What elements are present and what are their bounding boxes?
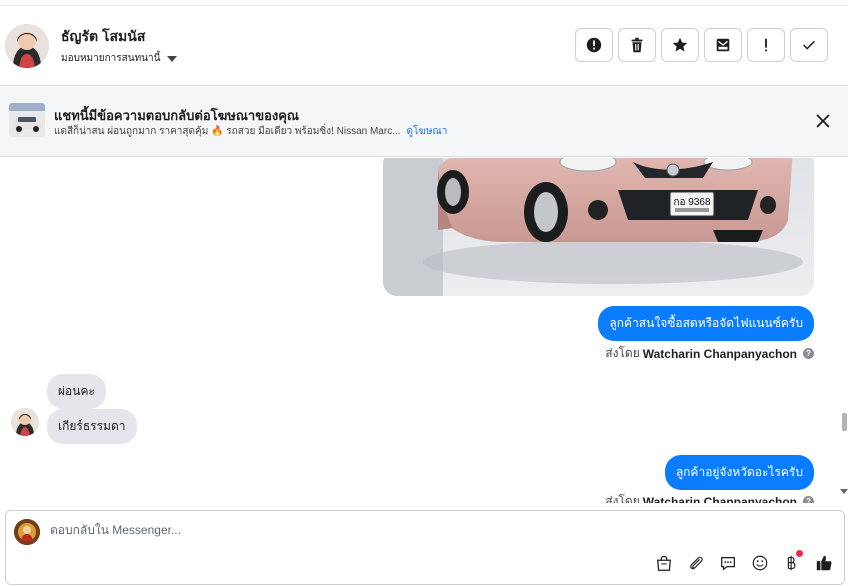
reply-input[interactable] bbox=[50, 523, 750, 537]
composer-tools bbox=[654, 550, 834, 573]
message-text: เกียร์ธรรมดา bbox=[58, 419, 126, 433]
emoji-button[interactable] bbox=[750, 553, 770, 573]
mark-done-button[interactable] bbox=[790, 28, 828, 62]
assign-label: มอบหมายการสนทนานี้ bbox=[61, 53, 161, 64]
close-icon[interactable] bbox=[814, 112, 832, 130]
ad-car-image bbox=[9, 103, 45, 137]
saved-replies-button[interactable] bbox=[718, 553, 738, 573]
alert-circle-icon bbox=[586, 37, 602, 53]
contact-avatar[interactable] bbox=[5, 24, 49, 68]
ad-banner-subtitle: แดสีก็น่าสน ผ่อนถูกมาก ราคาสุดคุ้ม 🔥 รถส… bbox=[54, 124, 447, 139]
ad-banner-title: แชทนี้มีข้อความตอบกลับต่อโฆษณาของคุณ bbox=[54, 108, 299, 123]
archive-tray-icon bbox=[716, 38, 730, 52]
sent-car-photo[interactable]: กอ 9368 bbox=[383, 158, 814, 296]
star-icon bbox=[672, 37, 688, 52]
incoming-message: เกียร์ธรรมดา bbox=[47, 409, 137, 444]
shop-button[interactable] bbox=[654, 553, 674, 573]
payment-button[interactable] bbox=[782, 550, 803, 573]
attach-button[interactable] bbox=[686, 553, 706, 573]
shopping-bag-icon bbox=[657, 555, 671, 571]
outgoing-message: ลูกค้าสนใจซื้อสดหรือจัดไฟแนนซ์ครับ bbox=[598, 306, 814, 341]
ad-thumbnail[interactable] bbox=[9, 103, 45, 137]
page-avatar bbox=[14, 519, 40, 545]
message-text: ลูกค้าอยู่จังหวัดอะไรครับ bbox=[675, 465, 803, 479]
sent-by-prefix: ส่งโดย bbox=[605, 494, 640, 503]
thread-scrollbar[interactable] bbox=[840, 158, 848, 503]
message-text: ผ่อนคะ bbox=[58, 384, 95, 398]
contact-avatar-image bbox=[11, 408, 39, 436]
outgoing-message: ลูกค้าอยู่จังหวัดอะไรครับ bbox=[664, 455, 814, 490]
sent-by-prefix: ส่งโดย bbox=[605, 346, 640, 360]
view-ad-link[interactable]: ดูโฆษณา bbox=[407, 126, 448, 137]
star-button[interactable] bbox=[661, 28, 699, 62]
page-avatar-image bbox=[14, 519, 40, 545]
help-icon[interactable]: ? bbox=[803, 348, 814, 359]
sent-by-label: ส่งโดย Watcharin Chanpanyachon ? bbox=[605, 344, 814, 363]
check-icon bbox=[803, 40, 815, 50]
scroll-down-arrow[interactable] bbox=[840, 489, 848, 494]
exclamation-icon bbox=[765, 38, 767, 52]
paperclip-icon bbox=[690, 556, 703, 570]
car-photo: กอ 9368 bbox=[383, 158, 814, 296]
send-like-button[interactable] bbox=[814, 553, 834, 573]
incoming-message: ผ่อนคะ bbox=[47, 374, 106, 409]
trash-icon bbox=[631, 37, 643, 53]
contact-avatar-image bbox=[5, 24, 49, 68]
conversation-header: ธัญรัต โสมนัส มอบหมายการสนทนานี้ bbox=[0, 6, 848, 86]
contact-name[interactable]: ธัญรัต โสมนัส bbox=[61, 26, 145, 48]
smiley-icon bbox=[752, 555, 768, 571]
move-to-folder-button[interactable] bbox=[704, 28, 742, 62]
mark-important-button[interactable] bbox=[747, 28, 785, 62]
sent-by-name: Watcharin Chanpanyachon bbox=[642, 494, 797, 504]
help-icon[interactable]: ? bbox=[803, 496, 814, 503]
sent-by-name: Watcharin Chanpanyachon bbox=[642, 346, 797, 361]
ad-reply-banner: แชทนี้มีข้อความตอบกลับต่อโฆษณาของคุณ แดส… bbox=[0, 87, 848, 157]
chevron-down-icon bbox=[167, 55, 178, 62]
header-actions bbox=[575, 28, 828, 62]
scrollbar-thumb[interactable] bbox=[842, 413, 847, 431]
thumbs-up-icon bbox=[816, 555, 832, 571]
message-text: ลูกค้าสนใจซื้อสดหรือจัดไฟแนนซ์ครับ bbox=[609, 316, 803, 330]
sent-by-label: ส่งโดย Watcharin Chanpanyachon ? bbox=[605, 492, 814, 503]
delete-button[interactable] bbox=[618, 28, 656, 62]
ad-description: แดสีก็น่าสน ผ่อนถูกมาก ราคาสุดคุ้ม 🔥 รถส… bbox=[54, 126, 401, 137]
chat-bubble-icon bbox=[721, 556, 735, 571]
report-spam-button[interactable] bbox=[575, 28, 613, 62]
assign-conversation-dropdown[interactable]: มอบหมายการสนทนานี้ bbox=[61, 51, 178, 66]
reply-composer bbox=[5, 510, 845, 585]
contact-avatar-small[interactable] bbox=[11, 408, 39, 436]
message-thread: กอ 9368 ลูกค้าสนใจซื้อสดหรือจัดไฟแนนซ์คร… bbox=[0, 158, 840, 503]
license-plate: กอ 9368 bbox=[673, 197, 711, 208]
notification-dot bbox=[796, 550, 803, 557]
